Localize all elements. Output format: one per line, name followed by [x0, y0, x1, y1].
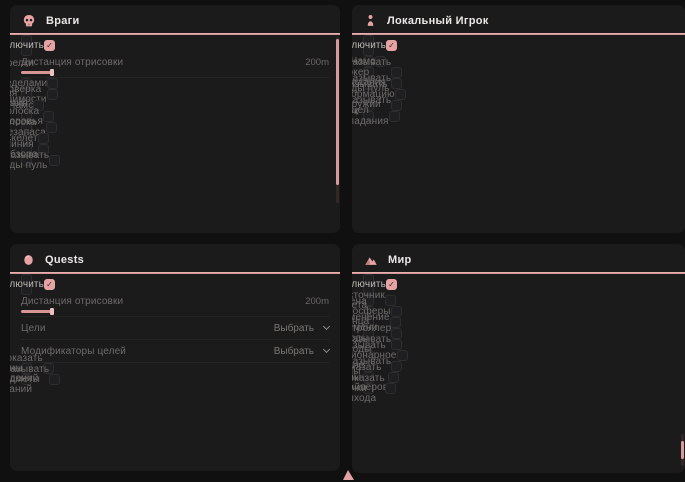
- row-checkbox[interactable]: Включить✓: [21, 35, 32, 56]
- panel-world-header: Мир: [352, 244, 685, 272]
- checkbox[interactable]: [391, 100, 402, 111]
- panel-local-player-header: Локальный Игрок: [352, 5, 685, 33]
- checkbox[interactable]: ✓: [44, 279, 55, 290]
- checkbox[interactable]: [49, 155, 60, 166]
- skull-icon: [22, 14, 36, 28]
- row-label: Дистанция отрисовки: [21, 296, 123, 307]
- checkbox[interactable]: ✓: [386, 279, 397, 290]
- checkbox[interactable]: [385, 383, 396, 394]
- row-label: Включить: [10, 41, 44, 51]
- panel-quests-header: Quests: [10, 244, 340, 272]
- dropdown-value: Выбрать: [274, 346, 314, 357]
- row-select[interactable]: Модификаторы целейВыбрать: [21, 340, 329, 363]
- chevron-down-icon: [323, 323, 330, 330]
- slider-track[interactable]: [21, 308, 329, 315]
- row-label: Показать точки выхода: [352, 374, 385, 404]
- row-label: Показывать следы пуль: [10, 151, 49, 171]
- checkbox[interactable]: [47, 89, 58, 100]
- panel-world: Мир Включить✓Источник светаСмена атмосфе…: [352, 244, 685, 473]
- panel-local-player: Локальный Игрок Включить✓ЧамсПоказывать …: [352, 5, 685, 233]
- row-checkbox[interactable]: Включить✓: [21, 274, 32, 295]
- row-slider[interactable]: Дистанция отрисовки 200m: [21, 295, 329, 317]
- dropdown-value: Выбрать: [274, 323, 314, 334]
- slider-thumb[interactable]: [50, 308, 54, 315]
- checkbox[interactable]: [38, 133, 49, 144]
- checkbox[interactable]: [395, 89, 406, 100]
- slider-thumb[interactable]: [50, 69, 54, 76]
- checkbox[interactable]: [49, 374, 60, 385]
- panel-enemies-header: Враги: [10, 5, 340, 33]
- row-checkbox[interactable]: Включить✓: [363, 35, 374, 56]
- cursor-icon: [343, 470, 354, 480]
- slider-track[interactable]: [21, 69, 329, 76]
- mountains-icon: [364, 253, 378, 267]
- row-checkbox[interactable]: Проверка видимости: [21, 89, 32, 100]
- checkbox[interactable]: [391, 328, 402, 339]
- panel-title: Quests: [45, 254, 84, 266]
- row-checkbox[interactable]: Показывать предметы заданий: [21, 374, 32, 385]
- row-checkbox[interactable]: Показать точки выхода: [363, 383, 374, 394]
- scrollbar-thumb[interactable]: [336, 39, 339, 185]
- slider-fill: [21, 310, 52, 313]
- checkbox[interactable]: [389, 111, 400, 122]
- row-slider[interactable]: Дистанция отрисовки200m: [21, 56, 329, 78]
- panel-title: Локальный Игрок: [387, 15, 489, 27]
- checkbox[interactable]: [46, 122, 57, 133]
- checkbox[interactable]: [391, 67, 402, 78]
- panel-rows: Включить✓Дистанция отрисовки200mСтрелки …: [10, 35, 340, 166]
- row-label: Цели: [21, 323, 46, 334]
- checkbox[interactable]: [397, 350, 408, 361]
- panel-rows: Включить✓ЧамсПоказывать маркер попадания…: [352, 35, 685, 122]
- dropdown[interactable]: Выбрать: [274, 323, 329, 334]
- chevron-down-icon: [323, 346, 330, 353]
- panel-title: Враги: [46, 15, 80, 27]
- person-icon: [364, 14, 377, 27]
- slider-fill: [21, 71, 52, 74]
- checkbox[interactable]: [388, 372, 399, 383]
- panel-rows: Включить✓Источник светаСмена атмосферы с…: [352, 274, 685, 394]
- slider-value: 200m: [305, 296, 329, 307]
- checkbox[interactable]: ✓: [386, 40, 397, 51]
- row-label: Включить: [10, 280, 44, 290]
- row-label: Включить: [352, 41, 386, 51]
- checkbox[interactable]: [391, 306, 402, 317]
- scrollbar-thumb[interactable]: [681, 441, 684, 459]
- slider-value: 200m: [305, 57, 329, 68]
- row-checkbox[interactable]: Показывать следы пуль: [21, 155, 32, 166]
- checkbox[interactable]: [47, 78, 58, 89]
- row-label: Звук попадания: [352, 107, 389, 127]
- panel-enemies: Враги Включить✓Дистанция отрисовки200mСт…: [10, 5, 340, 233]
- row-label: Включить: [352, 280, 386, 290]
- checkbox[interactable]: [391, 361, 402, 372]
- panel-title: Мир: [388, 254, 412, 266]
- panel-quests: Quests Включить✓Дистанция отрисовки200mЦ…: [10, 244, 340, 471]
- row-checkbox[interactable]: Звук попадания: [363, 111, 374, 122]
- dropdown[interactable]: Выбрать: [274, 346, 329, 357]
- row-select[interactable]: Цели Выбрать: [21, 317, 329, 340]
- row-label: Показывать предметы заданий: [10, 365, 49, 395]
- quest-icon: [22, 253, 35, 267]
- row-checkbox[interactable]: Полоска боезапаса: [21, 122, 32, 133]
- panel-rows: Включить✓Дистанция отрисовки200mЦелиВыбр…: [10, 274, 340, 385]
- checkbox[interactable]: ✓: [44, 40, 55, 51]
